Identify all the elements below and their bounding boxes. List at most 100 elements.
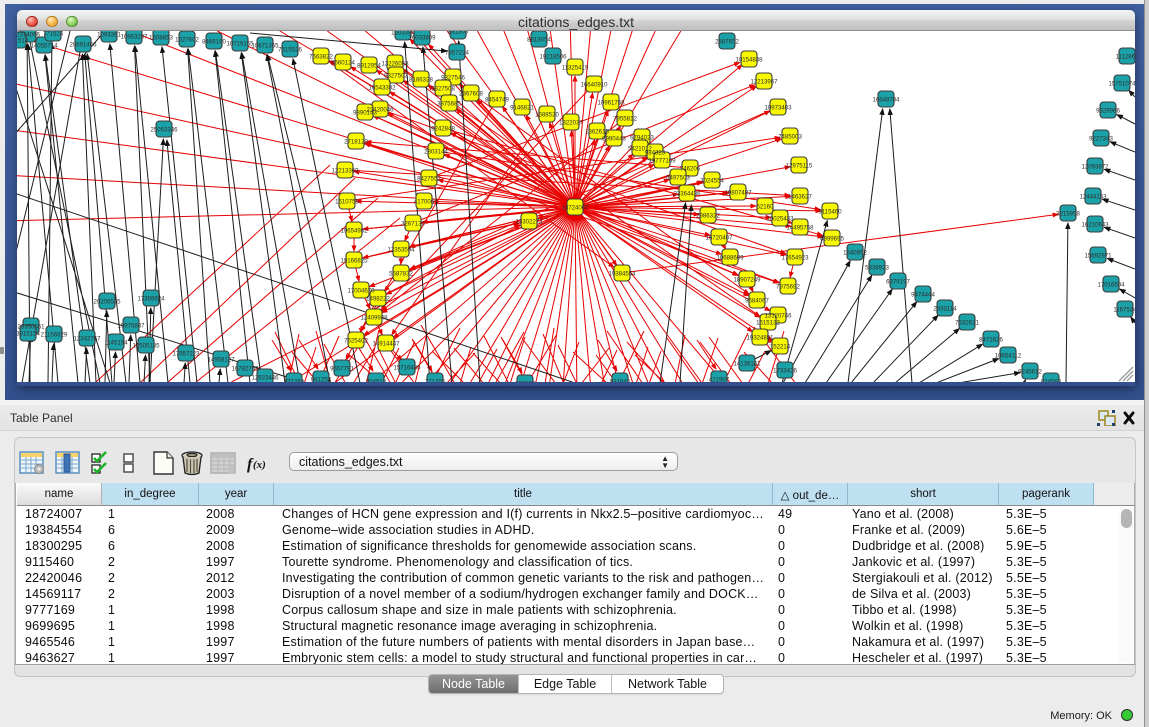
svg-text:7632621: 7632621 bbox=[955, 319, 979, 326]
svg-text:10025433: 10025433 bbox=[766, 215, 794, 222]
svg-text:21156829: 21156829 bbox=[41, 331, 68, 338]
svg-text:1112864: 1112864 bbox=[1116, 53, 1135, 60]
svg-text:10654112: 10654112 bbox=[995, 352, 1022, 359]
svg-text:19654982: 19654982 bbox=[340, 227, 368, 234]
svg-text:7485003: 7485003 bbox=[778, 133, 802, 140]
svg-text:14136141: 14136141 bbox=[733, 360, 761, 367]
svg-text:13302273: 13302273 bbox=[515, 218, 543, 225]
svg-text:9242848: 9242848 bbox=[431, 125, 455, 132]
svg-text:771524: 771524 bbox=[43, 31, 64, 37]
svg-text:8186328: 8186328 bbox=[409, 76, 433, 83]
svg-text:824563: 824563 bbox=[1041, 378, 1062, 382]
svg-text:10973403: 10973403 bbox=[764, 104, 792, 111]
svg-text:9327546: 9327546 bbox=[441, 74, 465, 81]
svg-text:14958127: 14958127 bbox=[207, 356, 235, 363]
svg-text:6379197: 6379197 bbox=[886, 278, 910, 285]
svg-text:3024554: 3024554 bbox=[700, 177, 724, 184]
svg-text:2803144: 2803144 bbox=[424, 148, 448, 155]
svg-text:871263: 871263 bbox=[284, 378, 305, 382]
svg-text:10807487: 10807487 bbox=[724, 189, 752, 196]
svg-text:1145194: 1145194 bbox=[104, 339, 128, 346]
svg-text:16543382: 16543382 bbox=[368, 84, 396, 91]
svg-text:3875685: 3875685 bbox=[437, 100, 461, 107]
svg-text:981254: 981254 bbox=[311, 376, 332, 382]
svg-text:5587832: 5587832 bbox=[389, 270, 413, 277]
svg-text:2887652: 2887652 bbox=[715, 38, 739, 45]
svg-text:17654923: 17654923 bbox=[781, 254, 809, 261]
svg-text:9327508: 9327508 bbox=[431, 85, 455, 92]
svg-text:8813054: 8813054 bbox=[527, 36, 551, 43]
svg-text:2933114: 2933114 bbox=[933, 305, 957, 312]
svg-text:12213967: 12213967 bbox=[750, 78, 778, 85]
svg-text:182635: 182635 bbox=[515, 380, 536, 382]
svg-text:9227343: 9227343 bbox=[1089, 135, 1113, 142]
svg-text:391514: 391514 bbox=[17, 37, 29, 44]
svg-text:1733426: 1733426 bbox=[773, 367, 797, 374]
svg-text:12505135: 12505135 bbox=[132, 342, 160, 349]
svg-text:23350561: 23350561 bbox=[17, 323, 45, 330]
svg-text:1167534: 1167534 bbox=[1113, 306, 1135, 313]
svg-text:7515526: 7515526 bbox=[278, 46, 302, 53]
svg-text:12342757: 12342757 bbox=[73, 335, 101, 342]
svg-text:12975115: 12975115 bbox=[786, 162, 813, 169]
svg-text:2367608: 2367608 bbox=[459, 90, 483, 97]
svg-text:19975887: 19975887 bbox=[117, 322, 145, 329]
svg-text:8466160: 8466160 bbox=[202, 38, 226, 45]
svg-text:16640910: 16640910 bbox=[580, 81, 608, 88]
svg-text:23364436: 23364436 bbox=[673, 190, 701, 197]
svg-text:1527602: 1527602 bbox=[175, 36, 199, 43]
svg-text:984323: 984323 bbox=[645, 149, 666, 156]
svg-text:8990443: 8990443 bbox=[602, 135, 626, 142]
svg-text:421907: 421907 bbox=[709, 376, 730, 382]
svg-text:17359924: 17359924 bbox=[137, 295, 165, 302]
svg-text:2986322: 2986322 bbox=[696, 212, 720, 219]
svg-text:14055714: 14055714 bbox=[30, 42, 58, 49]
svg-text:7975692: 7975692 bbox=[776, 283, 800, 290]
svg-text:6497503: 6497503 bbox=[666, 174, 690, 181]
svg-text:16648784: 16648784 bbox=[872, 96, 900, 103]
svg-text:20206535: 20206535 bbox=[93, 298, 121, 305]
svg-text:10719155: 10719155 bbox=[226, 40, 254, 47]
svg-text:15716485: 15716485 bbox=[393, 364, 421, 371]
svg-text:20691406: 20691406 bbox=[69, 41, 97, 48]
svg-text:18907249: 18907249 bbox=[733, 276, 761, 283]
svg-text:8912954: 8912954 bbox=[357, 62, 381, 69]
svg-text:12923446: 12923446 bbox=[251, 374, 279, 381]
svg-text:5938923: 5938923 bbox=[865, 264, 889, 271]
svg-text:3215958: 3215958 bbox=[1056, 210, 1080, 217]
svg-text:7663822: 7663822 bbox=[309, 53, 333, 60]
svg-text:881305: 881305 bbox=[448, 31, 469, 35]
svg-text:19218506: 19218506 bbox=[539, 53, 567, 60]
svg-text:931644: 931644 bbox=[610, 378, 631, 382]
svg-text:12444153: 12444153 bbox=[1079, 193, 1107, 200]
svg-text:8471626: 8471626 bbox=[979, 336, 1003, 343]
svg-text:1463627: 1463627 bbox=[788, 193, 812, 200]
svg-text:19777169: 19777169 bbox=[648, 157, 676, 164]
svg-text:746206: 746206 bbox=[680, 165, 701, 172]
svg-text:10961758: 10961758 bbox=[597, 99, 625, 106]
svg-text:1093361: 1093361 bbox=[97, 31, 121, 38]
svg-text:15692971: 15692971 bbox=[1084, 252, 1112, 259]
svg-text:152214: 152214 bbox=[770, 343, 791, 350]
svg-text:1362615: 1362615 bbox=[585, 128, 609, 135]
svg-text:9329966: 9329966 bbox=[1096, 107, 1120, 114]
svg-text:1322037: 1322037 bbox=[559, 119, 583, 126]
svg-text:9327503: 9327503 bbox=[384, 72, 408, 79]
svg-text:1498222: 1498222 bbox=[366, 295, 390, 302]
svg-text:25053346: 25053346 bbox=[150, 126, 178, 133]
svg-text:9657791: 9657791 bbox=[330, 365, 354, 372]
svg-text:6899695: 6899695 bbox=[820, 235, 844, 242]
svg-text:6794023: 6794023 bbox=[630, 134, 654, 141]
svg-text:9115460: 9115460 bbox=[818, 208, 842, 215]
svg-text:19324851: 19324851 bbox=[746, 334, 774, 341]
svg-text:16033809: 16033809 bbox=[408, 34, 436, 41]
svg-text:12213369: 12213369 bbox=[331, 167, 359, 174]
svg-text:2718120: 2718120 bbox=[344, 138, 368, 145]
svg-text:3915154: 3915154 bbox=[17, 330, 40, 337]
svg-text:7955812: 7955812 bbox=[613, 115, 637, 122]
svg-text:7857224: 7857224 bbox=[445, 49, 469, 56]
svg-text:18724007: 18724007 bbox=[561, 204, 589, 211]
svg-text:16210643: 16210643 bbox=[1081, 221, 1109, 228]
svg-text:9146821: 9146821 bbox=[510, 104, 534, 111]
svg-text:1615132: 1615132 bbox=[756, 319, 780, 326]
